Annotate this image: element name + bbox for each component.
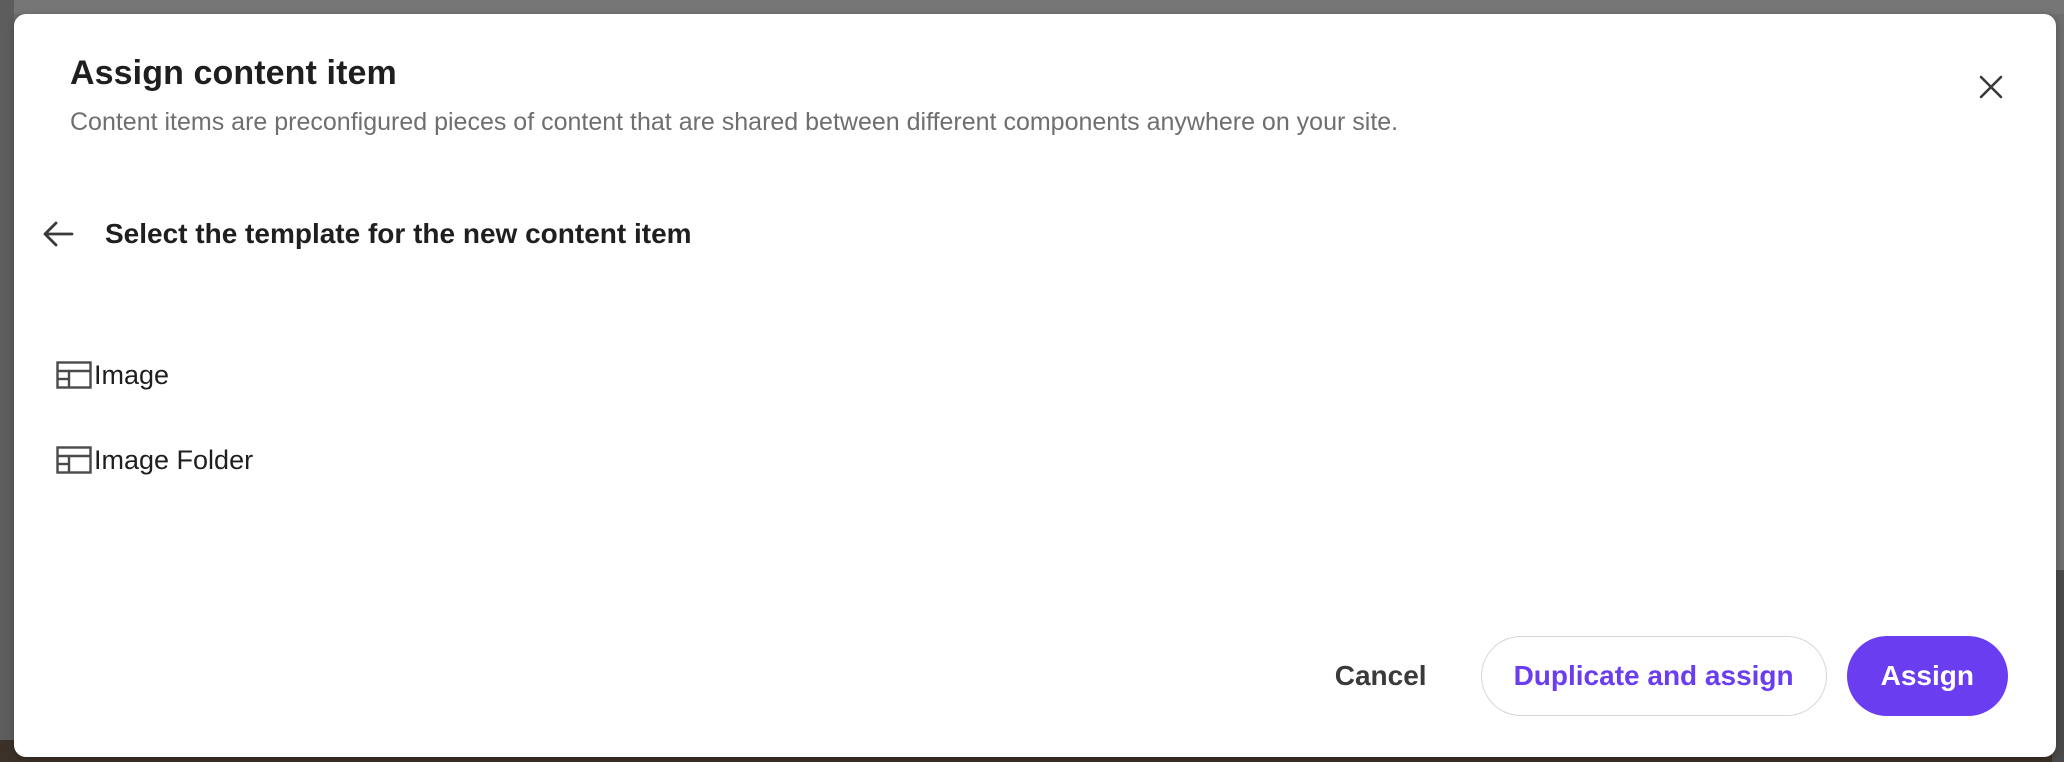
template-label: Image Folder [94, 444, 254, 475]
step-title: Select the template for the new content … [105, 218, 692, 249]
layout-template-icon [56, 361, 92, 389]
close-icon [1979, 75, 2003, 99]
template-item-image[interactable]: Image [56, 352, 656, 398]
dialog-subtitle: Content items are preconfigured pieces o… [70, 108, 1399, 136]
arrow-left-icon [43, 221, 74, 247]
layout-template-icon [56, 446, 92, 474]
cancel-button[interactable]: Cancel [1317, 636, 1445, 716]
dialog-footer: Cancel Duplicate and assign Assign [1317, 636, 2008, 716]
assign-button[interactable]: Assign [1846, 636, 2008, 716]
template-label: Image [94, 359, 170, 390]
close-button[interactable] [1966, 62, 2016, 112]
duplicate-and-assign-button[interactable]: Duplicate and assign [1480, 636, 1827, 716]
back-button[interactable] [34, 210, 82, 258]
template-item-image-folder[interactable]: Image Folder [56, 437, 656, 483]
backdrop-left [0, 0, 14, 762]
dialog-title: Assign content item [70, 54, 397, 92]
template-list: Image Image Folder [56, 352, 656, 522]
backdrop [0, 0, 2064, 14]
assign-content-item-dialog: Assign content item Content items are pr… [14, 14, 2056, 757]
